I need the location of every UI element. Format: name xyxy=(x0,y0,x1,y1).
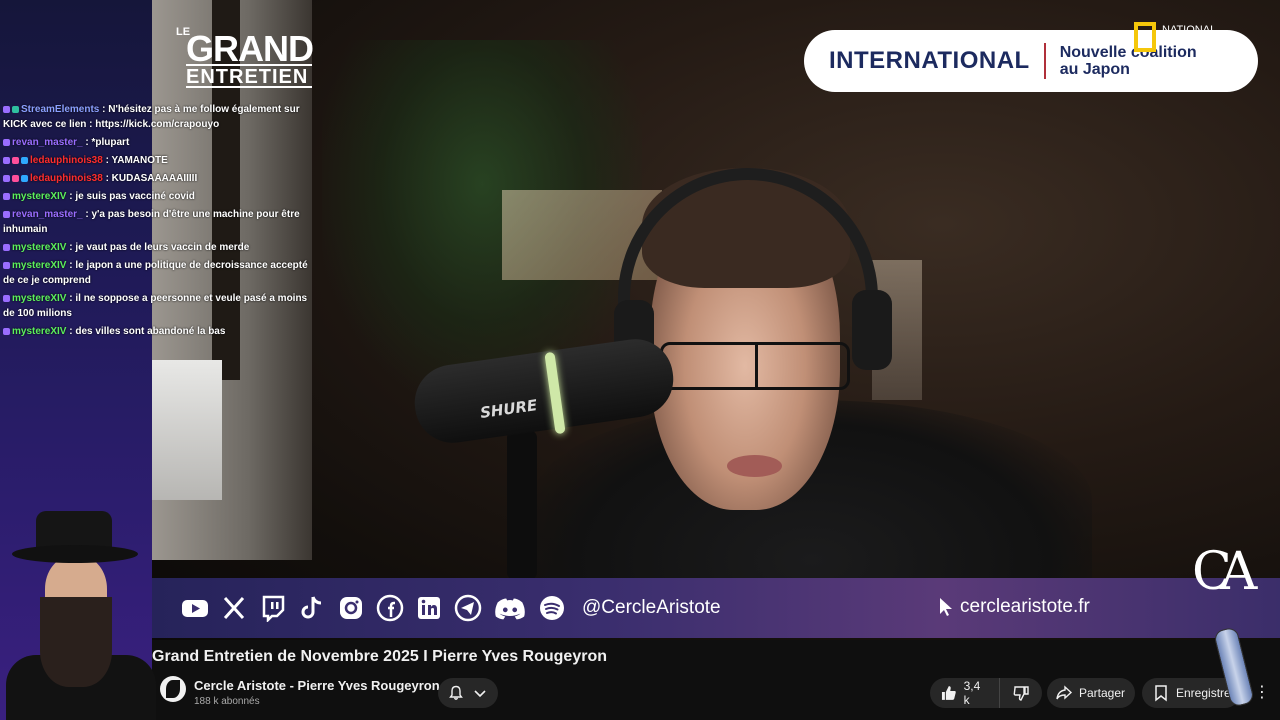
badge-icon xyxy=(3,327,10,335)
headphone-cup-right xyxy=(852,290,892,370)
badge-icon xyxy=(3,138,10,146)
twitch-icon xyxy=(258,593,288,623)
linkedin-icon xyxy=(414,593,444,623)
chat-username: revan_master_ xyxy=(12,209,83,220)
subscriber-count: 188 k abonnés xyxy=(194,696,260,707)
chat-message: StreamElements : N'hésitez pas à me foll… xyxy=(3,102,315,132)
website-link: cerclearistote.fr xyxy=(938,596,1090,618)
share-button[interactable]: Partager xyxy=(1047,678,1135,708)
chat-overlay: StreamElements : N'hésitez pas à me foll… xyxy=(3,102,315,342)
chat-username: revan_master_ xyxy=(12,137,83,148)
channel-name[interactable]: Cercle Aristote - Pierre Yves Rougeyron xyxy=(194,678,440,693)
tiktok-icon xyxy=(297,593,327,623)
chat-username: mystereXIV xyxy=(12,293,67,304)
badge-icon xyxy=(3,156,10,164)
badge-icon xyxy=(12,156,19,164)
badge-icon xyxy=(21,174,28,182)
discord-icon xyxy=(492,593,528,623)
cercle-aristote-logo: CA xyxy=(1192,542,1257,602)
chat-message: revan_master_ : *plupart xyxy=(3,135,315,150)
avatar-hat-brim xyxy=(12,545,138,563)
website-text: cerclearistote.fr xyxy=(960,596,1090,617)
chat-message: mystereXIV : le japon a une politique de… xyxy=(3,258,315,288)
chat-text: : *plupart xyxy=(82,137,130,148)
banner-separator xyxy=(1043,43,1046,79)
instagram-icon xyxy=(336,593,366,623)
like-dislike-group: 3,4 k xyxy=(930,678,1042,708)
chat-message: revan_master_ : y'a pas besoin d'être un… xyxy=(3,207,315,237)
like-count: 3,4 k xyxy=(963,679,981,707)
chat-text: : je vaut pas de leurs vaccin de merde xyxy=(66,242,250,253)
natgeo-label: NATIONAL xyxy=(1162,24,1217,36)
badge-icon xyxy=(3,105,10,113)
chat-username: ledauphinois38 xyxy=(30,173,103,184)
chat-message: ledauphinois38 : YAMANOTE xyxy=(3,153,315,168)
badge-icon xyxy=(21,156,28,164)
bookmark-icon xyxy=(1155,685,1167,702)
badge-icon xyxy=(3,210,10,218)
badge-icon xyxy=(3,174,10,182)
white-box xyxy=(152,360,222,500)
badge-icon xyxy=(3,192,10,200)
save-label: Enregistrer xyxy=(1176,686,1235,700)
chat-text: : YAMANOTE xyxy=(102,155,168,166)
badge-icon xyxy=(3,261,10,269)
topic-banner: INTERNATIONAL Nouvelle coalition au Japo… xyxy=(804,30,1258,92)
cursor-icon xyxy=(940,598,952,616)
chat-text: : KUDASAAAAAIIIII xyxy=(102,173,198,184)
chevron-down-icon xyxy=(474,690,486,698)
more-actions-button[interactable]: ⋮ xyxy=(1252,682,1272,706)
speaker-mouth xyxy=(727,455,782,477)
chat-text: : des villes sont abandoné la bas xyxy=(66,326,226,337)
chat-message: mystereXIV : des villes sont abandoné la… xyxy=(3,324,315,339)
chat-message: ledauphinois38 : KUDASAAAAAIIIII xyxy=(3,171,315,186)
chat-username: mystereXIV xyxy=(12,191,67,202)
chat-username: mystereXIV xyxy=(12,326,67,337)
bell-icon xyxy=(449,685,463,700)
spotify-icon xyxy=(537,593,567,623)
badge-icon xyxy=(3,243,10,251)
channel-handle: @CercleAristote xyxy=(582,597,721,618)
chat-username: mystereXIV xyxy=(12,242,67,253)
badge-icon xyxy=(3,294,10,302)
telegram-icon xyxy=(453,593,483,623)
thumbs-down-icon xyxy=(1013,686,1029,701)
chat-message: mystereXIV : je suis pas vacciné covid xyxy=(3,189,315,204)
chat-message: mystereXIV : il ne soppose a peersonne e… xyxy=(3,291,315,321)
social-bar: @CercleAristote cerclearistote.fr CA xyxy=(152,542,1280,638)
share-icon xyxy=(1056,685,1073,700)
logo-rule-bottom xyxy=(186,86,312,88)
natgeo-icon xyxy=(1134,22,1156,52)
banner-title: INTERNATIONAL xyxy=(829,47,1030,74)
channel-avatar[interactable] xyxy=(160,676,186,702)
glasses xyxy=(660,342,850,390)
dislike-button[interactable] xyxy=(1000,684,1042,702)
facebook-icon xyxy=(375,593,405,623)
badge-icon xyxy=(12,105,19,113)
youtube-icon xyxy=(180,593,210,623)
chat-message: mystereXIV : je vaut pas de leurs vaccin… xyxy=(3,240,315,255)
x-icon xyxy=(219,593,249,623)
video-player[interactable]: SHURE LE GRAND ENTRETIEN INTERNATIONAL N… xyxy=(152,0,1280,640)
chat-username: StreamElements xyxy=(21,104,100,115)
chat-text: : je suis pas vacciné covid xyxy=(66,191,195,202)
chat-username: ledauphinois38 xyxy=(30,155,103,166)
notification-button[interactable] xyxy=(438,678,498,708)
video-title: Grand Entretien de Novembre 2025 I Pierr… xyxy=(152,648,607,665)
share-label: Partager xyxy=(1079,686,1126,700)
thumbs-up-icon xyxy=(941,686,956,700)
streamer-avatar-overlay xyxy=(0,505,160,720)
avatar-beard xyxy=(40,597,112,687)
mic-arm xyxy=(507,430,537,580)
chat-username: mystereXIV xyxy=(12,260,67,271)
badge-icon xyxy=(12,174,19,182)
like-button[interactable]: 3,4 k xyxy=(930,678,1000,708)
